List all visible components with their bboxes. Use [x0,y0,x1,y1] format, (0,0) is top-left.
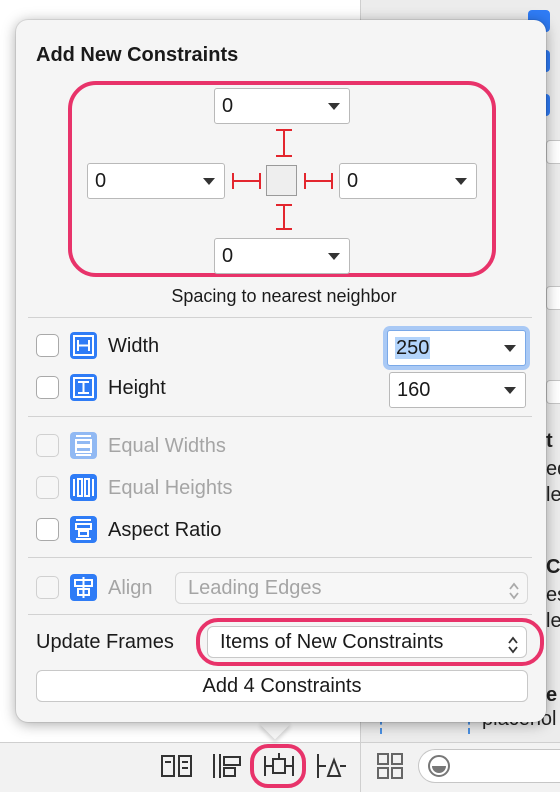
chevron-down-icon[interactable] [504,345,516,352]
width-checkbox[interactable] [36,334,59,357]
inspector-text: e [546,684,558,706]
width-value: 250 [395,337,431,359]
equal-widths-checkbox[interactable] [36,434,59,457]
height-field[interactable]: 160 [389,372,526,408]
align-value: Leading Edges [188,577,322,599]
divider [28,614,532,615]
height-value: 160 [397,379,431,401]
equal-widths-label: Equal Widths [108,435,226,457]
width-label: Width [108,335,160,357]
target-view-box [266,165,297,196]
chevron-down-icon[interactable] [504,387,516,394]
grid-icon[interactable] [374,752,408,780]
aspect-ratio-checkbox[interactable] [36,518,59,541]
divider [28,416,532,417]
equal-heights-icon [70,474,97,501]
stack-icon[interactable] [160,752,194,780]
bottom-spacing-value: 0 [222,245,234,267]
right-spacing-field[interactable]: 0 [339,163,477,199]
left-spacing-field[interactable]: 0 [87,163,225,199]
add-constraints-highlight [250,744,306,788]
inspector-text: le [546,610,560,632]
left-spacing-value: 0 [95,170,107,192]
updown-chevron-icon [509,579,519,600]
chevron-down-icon[interactable] [203,178,215,185]
bottom-spacing-field[interactable]: 0 [214,238,350,274]
align-icon [70,574,97,601]
height-checkbox[interactable] [36,376,59,399]
aspect-ratio-icon [70,516,97,543]
inspector-text: t [546,430,553,452]
filter-icon [428,755,450,777]
inspector-field[interactable] [546,140,560,164]
chevron-down-icon[interactable] [328,253,340,260]
equal-heights-checkbox[interactable] [36,476,59,499]
divider [28,557,532,558]
chevron-down-icon[interactable] [455,178,467,185]
equal-heights-label: Equal Heights [108,477,233,499]
update-frames-label: Update Frames [36,631,174,653]
update-frames-popup[interactable]: Items of New Constraints [207,626,527,658]
chevron-down-icon[interactable] [328,103,340,110]
toolbar-divider [360,742,361,792]
top-spacing-field[interactable]: 0 [214,88,350,124]
align-label: Align [108,577,153,599]
align-checkbox[interactable] [36,576,59,599]
width-field[interactable]: 250 [387,330,526,366]
align-tool-icon[interactable] [210,752,244,780]
inspector-text: le [546,484,560,506]
spacing-caption: Spacing to nearest neighbor [171,286,397,306]
inspector-text: ed [546,458,560,480]
popover-title: Add New Constraints [36,44,239,66]
align-popup[interactable]: Leading Edges [175,572,528,604]
divider [28,317,532,318]
update-frames-value: Items of New Constraints [220,631,444,653]
width-constraint-icon [70,332,97,359]
updown-chevron-icon [508,633,518,654]
height-constraint-icon [70,374,97,401]
top-spacing-value: 0 [222,95,234,117]
right-spacing-value: 0 [347,170,359,192]
inspector-text: C [546,556,560,578]
inspector-field[interactable] [546,380,560,404]
height-label: Height [108,377,166,399]
add-constraints-button[interactable]: Add 4 Constraints [36,670,528,702]
equal-widths-icon [70,432,97,459]
resolve-issues-icon[interactable] [314,752,348,780]
inspector-text: es [546,584,560,606]
inspector-field[interactable] [546,286,560,310]
aspect-ratio-label: Aspect Ratio [108,519,222,541]
